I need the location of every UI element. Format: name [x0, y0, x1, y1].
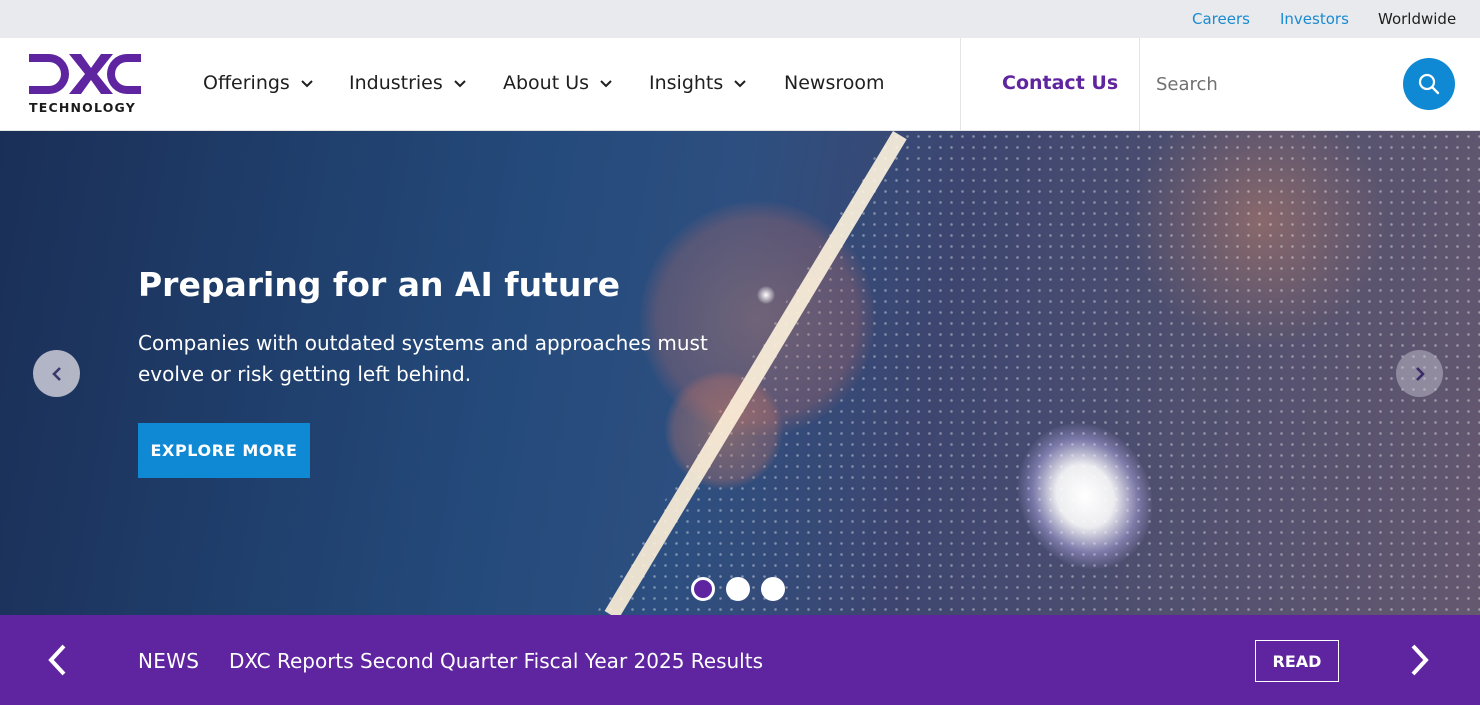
header-divider [960, 38, 961, 131]
nav-insights-label: Insights [649, 72, 724, 94]
hero-carousel: Preparing for an AI future Companies wit… [0, 131, 1480, 615]
carousel-dot-3[interactable] [761, 577, 785, 601]
explore-more-button[interactable]: EXPLORE MORE [138, 423, 310, 478]
main-header: TECHNOLOGY Offerings Industries About Us… [0, 38, 1480, 131]
nav-about-us-label: About Us [503, 72, 590, 94]
investors-link[interactable]: Investors [1280, 10, 1349, 28]
carousel-dot-2[interactable] [726, 577, 750, 601]
nav-industries[interactable]: Industries [349, 72, 467, 94]
chevron-down-icon [734, 80, 746, 88]
chevron-left-icon [51, 366, 61, 381]
header-divider [1139, 38, 1140, 131]
logo-subtext: TECHNOLOGY [29, 100, 136, 115]
hero-title: Preparing for an AI future [138, 265, 621, 304]
carousel-next-button[interactable] [1396, 350, 1443, 397]
nav-about-us[interactable]: About Us [503, 72, 613, 94]
careers-link[interactable]: Careers [1192, 10, 1250, 28]
nav-offerings[interactable]: Offerings [203, 72, 314, 94]
news-headline[interactable]: DXC Reports Second Quarter Fiscal Year 2… [229, 649, 763, 673]
dxc-logo-mark [29, 54, 141, 94]
search-input[interactable] [1150, 64, 1390, 104]
chevron-right-icon [1415, 366, 1425, 381]
dxc-logo[interactable]: TECHNOLOGY [29, 52, 141, 116]
nav-industries-label: Industries [349, 72, 443, 94]
chevron-down-icon [600, 80, 612, 88]
utility-bar: Careers Investors Worldwide [0, 0, 1480, 38]
read-button[interactable]: READ [1255, 640, 1339, 682]
carousel-dot-1[interactable] [691, 577, 715, 601]
worldwide-link[interactable]: Worldwide [1378, 10, 1456, 28]
news-prev-button[interactable] [44, 643, 72, 677]
nav-newsroom[interactable]: Newsroom [784, 72, 885, 94]
chevron-down-icon [301, 80, 313, 88]
chevron-right-icon [1411, 644, 1429, 676]
hero-bg-spark [757, 286, 775, 304]
nav-offerings-label: Offerings [203, 72, 290, 94]
chevron-left-icon [48, 644, 66, 676]
news-ticker: NEWS DXC Reports Second Quarter Fiscal Y… [0, 615, 1480, 705]
search-icon [1418, 73, 1440, 95]
nav-newsroom-label: Newsroom [784, 72, 885, 94]
search-button[interactable] [1403, 58, 1455, 110]
contact-us-link[interactable]: Contact Us [1002, 72, 1118, 94]
nav-insights[interactable]: Insights [649, 72, 747, 94]
news-next-button[interactable] [1405, 643, 1433, 677]
hero-description: Companies with outdated systems and appr… [138, 331, 708, 386]
carousel-prev-button[interactable] [33, 350, 80, 397]
news-label: NEWS [138, 649, 200, 673]
chevron-down-icon [454, 80, 466, 88]
